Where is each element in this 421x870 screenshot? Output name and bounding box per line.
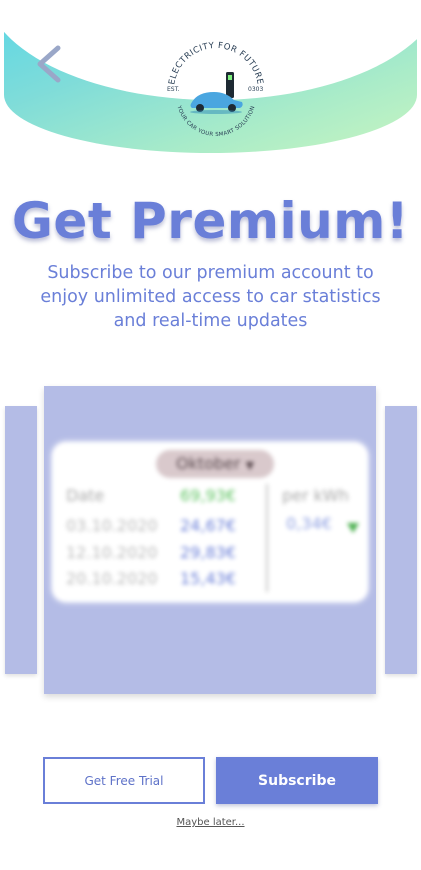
carousel-prev-card[interactable] (5, 406, 37, 674)
free-trial-button[interactable]: Get Free Trial (43, 757, 205, 804)
row-date: 20.10.2020 (66, 569, 158, 588)
logo-est-label: EST. (167, 86, 180, 93)
row-amount: 15,43€ (180, 569, 236, 588)
header-banner: ELECTRICITY FOR FUTURE YOUR CAR YOUR SMA… (4, 0, 417, 153)
page-subtitle: Subscribe to our premium account to enjo… (40, 263, 381, 331)
column-header-date: Date (66, 486, 105, 505)
carousel-next-card[interactable] (385, 406, 417, 674)
column-header-total: 69,93€ (180, 486, 236, 505)
maybe-later-link[interactable]: Maybe later... (0, 817, 421, 828)
page-title: Get Premium! (11, 192, 410, 250)
month-selector: Oktober ▼ (156, 450, 274, 478)
svg-text:ELECTRICITY FOR FUTURE: ELECTRICITY FOR FUTURE (167, 41, 264, 86)
statistics-preview-card: Oktober ▼ Date 69,93€ per kWh 03.10.2020… (52, 442, 368, 602)
month-label: Oktober (175, 454, 241, 473)
subscribe-button[interactable]: Subscribe (216, 757, 378, 804)
row-date: 12.10.2020 (66, 543, 158, 562)
chevron-down-icon: ▼ (245, 459, 255, 472)
column-divider (266, 484, 268, 592)
row-amount: 24,67€ (180, 516, 236, 535)
logo-est-year: 0303 (248, 86, 264, 93)
row-amount: 29,83€ (180, 543, 236, 562)
chevron-left-icon (37, 45, 61, 83)
back-button[interactable] (32, 44, 68, 84)
trend-down-icon (347, 523, 359, 533)
svg-text:YOUR CAR YOUR SMART SOLUTION: YOUR CAR YOUR SMART SOLUTION (175, 104, 256, 138)
column-header-per-kwh: per kWh (282, 486, 349, 505)
per-kwh-value: 0,34€ (286, 514, 332, 533)
premium-preview-carousel: Oktober ▼ Date 69,93€ per kWh 03.10.2020… (44, 386, 376, 694)
row-date: 03.10.2020 (66, 516, 158, 535)
logo: ELECTRICITY FOR FUTURE YOUR CAR YOUR SMA… (162, 36, 270, 144)
